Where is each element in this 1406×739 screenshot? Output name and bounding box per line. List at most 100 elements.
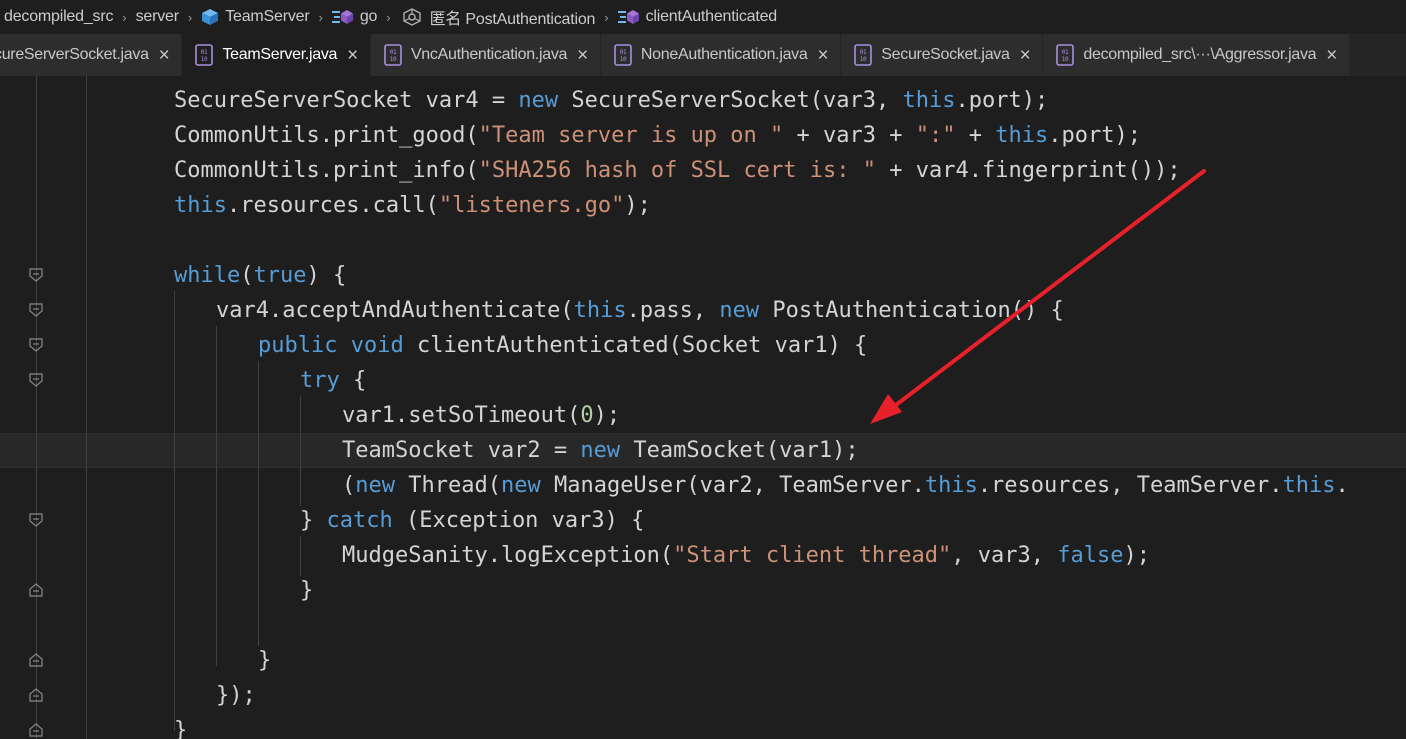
tab-securesocket-java[interactable]: 01 10 SecureSocket.java ×: [841, 34, 1044, 76]
svg-text:10: 10: [1062, 56, 1069, 63]
tab-noneauthentication-java[interactable]: 01 10 NoneAuthentication.java ×: [600, 34, 842, 76]
code-token: , var3,: [951, 543, 1058, 568]
breadcrumb-item-anonymous-class[interactable]: 匿名 PostAuthentication: [400, 5, 596, 29]
java-file-icon: 0110: [1056, 44, 1075, 66]
code-token: catch: [326, 508, 393, 533]
code-token: });: [216, 683, 256, 708]
code-line[interactable]: }: [300, 573, 313, 608]
breadcrumb-item-go[interactable]: go: [331, 8, 377, 26]
fold-end-icon[interactable]: [28, 687, 44, 703]
code-line[interactable]: CommonUtils.print_info("SHA256 hash of S…: [174, 153, 1181, 188]
code-line[interactable]: }: [174, 713, 187, 739]
code-token: this: [1282, 473, 1336, 498]
code-token: new: [518, 88, 559, 113]
code-token: TeamSocket(var1);: [620, 438, 859, 463]
code-line[interactable]: MudgeSanity.logException("Start client t…: [342, 538, 1150, 573]
code-token: "SHA256 hash of SSL cert is: ": [478, 158, 876, 183]
tab-label: NoneAuthentication.java: [640, 46, 808, 63]
indent-guide: [258, 361, 259, 646]
code-token: this: [573, 298, 627, 323]
code-token: "listeners.go": [438, 193, 625, 218]
close-icon[interactable]: ×: [347, 46, 358, 65]
close-icon[interactable]: ×: [817, 46, 828, 65]
close-icon[interactable]: ×: [1020, 46, 1031, 65]
breadcrumb: decompiled_src › server › TeamServer › g…: [0, 0, 1406, 34]
breadcrumb-item-decompiled-src[interactable]: decompiled_src: [4, 8, 113, 26]
code-token: new: [500, 473, 541, 498]
code-line[interactable]: });: [216, 678, 256, 713]
code-line[interactable]: var1.setSoTimeout(0);: [342, 398, 620, 433]
fold-end-icon[interactable]: [28, 582, 44, 598]
breadcrumb-label: decompiled_src: [4, 8, 114, 25]
code-token: }: [174, 718, 188, 739]
code-token: MudgeSanity.logException(: [342, 543, 674, 568]
svg-text:10: 10: [201, 56, 208, 63]
code-token: void: [350, 333, 404, 358]
code-token: );: [1123, 543, 1151, 568]
svg-text:01: 01: [860, 49, 867, 56]
code-token: new: [580, 438, 621, 463]
close-icon[interactable]: ×: [1326, 46, 1337, 65]
fold-collapse-icon[interactable]: [28, 337, 44, 353]
fold-collapse-icon[interactable]: [28, 512, 44, 528]
fold-collapse-icon[interactable]: [28, 267, 44, 283]
fold-collapse-icon[interactable]: [28, 372, 44, 388]
breadcrumb-item-clientauthenticated[interactable]: clientAuthenticated: [617, 8, 777, 26]
tab-cureserversocket-java[interactable]: cureServerSocket.java ×: [0, 34, 183, 76]
code-token: }: [258, 648, 272, 673]
tab-vncauthentication-java[interactable]: 01 10 VncAuthentication.java ×: [370, 34, 601, 76]
code-line[interactable]: } catch (Exception var3) {: [300, 503, 644, 538]
code-token: );: [624, 193, 651, 218]
tab-decompiled-src-aggressor-java[interactable]: 01 10 decompiled_src\···\Aggressor.java ×: [1043, 34, 1351, 76]
code-token: "Start client thread": [673, 543, 952, 568]
method-icon: [617, 10, 639, 24]
code-line[interactable]: (new Thread(new ManageUser(var2, TeamSer…: [342, 468, 1349, 503]
code-token: (: [342, 473, 356, 498]
code-token: this: [924, 473, 978, 498]
code-token: ":": [915, 123, 956, 148]
code-token: + var3 +: [783, 123, 916, 148]
code-token: .resources, TeamServer.: [977, 473, 1283, 498]
code-token: SecureServerSocket(var3,: [558, 88, 903, 113]
fold-end-icon[interactable]: [28, 722, 44, 738]
code-line[interactable]: this.resources.call("listeners.go");: [174, 188, 651, 223]
code-line[interactable]: public void clientAuthenticated(Socket v…: [258, 328, 867, 363]
breadcrumb-item-teamserver[interactable]: TeamServer: [201, 8, 310, 26]
svg-text:01: 01: [390, 49, 397, 56]
code-token: .port);: [1048, 123, 1141, 148]
code-line[interactable]: TeamSocket var2 = new TeamSocket(var1);: [342, 433, 859, 468]
code-line[interactable]: try {: [300, 363, 366, 398]
code-token: {: [339, 368, 367, 393]
code-token: .port);: [955, 88, 1049, 113]
svg-text:01: 01: [1062, 49, 1069, 56]
close-icon[interactable]: ×: [159, 46, 170, 65]
code-line[interactable]: SecureServerSocket var4 = new SecureServ…: [174, 83, 1048, 118]
breadcrumb-label: server: [135, 8, 179, 25]
chevron-right-icon: ›: [318, 9, 323, 25]
tab-label: VncAuthentication.java: [410, 46, 568, 63]
tab-teamserver-java[interactable]: 01 10 TeamServer.java ×: [182, 34, 371, 76]
code-token: new: [355, 473, 395, 498]
fold-collapse-icon[interactable]: [28, 302, 44, 318]
chevron-right-icon: ›: [604, 9, 609, 25]
code-token: public: [258, 333, 338, 358]
class-cube-icon: [202, 9, 219, 25]
code-token: }: [300, 578, 314, 603]
svg-text:10: 10: [860, 56, 867, 63]
method-icon: [331, 10, 353, 24]
code-line[interactable]: CommonUtils.print_good("Team server is u…: [174, 118, 1141, 153]
code-token: "Team server is up on ": [478, 123, 784, 148]
code-token: TeamSocket var2 =: [342, 438, 581, 463]
code-token: true: [253, 263, 307, 288]
code-line[interactable]: }: [258, 643, 271, 678]
code-line[interactable]: var4.acceptAndAuthenticate(this.pass, ne…: [216, 293, 1064, 328]
code-editor[interactable]: SecureServerSocket var4 = new SecureServ…: [0, 76, 1406, 739]
breadcrumb-label: 匿名 PostAuthentication: [429, 11, 596, 28]
code-token: }: [300, 508, 327, 533]
breadcrumb-item-server[interactable]: server: [136, 8, 179, 26]
close-icon[interactable]: ×: [577, 46, 588, 65]
code-line[interactable]: while(true) {: [174, 258, 346, 293]
fold-end-icon[interactable]: [28, 652, 44, 668]
code-token: SecureServerSocket var4 =: [174, 88, 519, 113]
code-token: (Exception var3) {: [392, 508, 645, 533]
